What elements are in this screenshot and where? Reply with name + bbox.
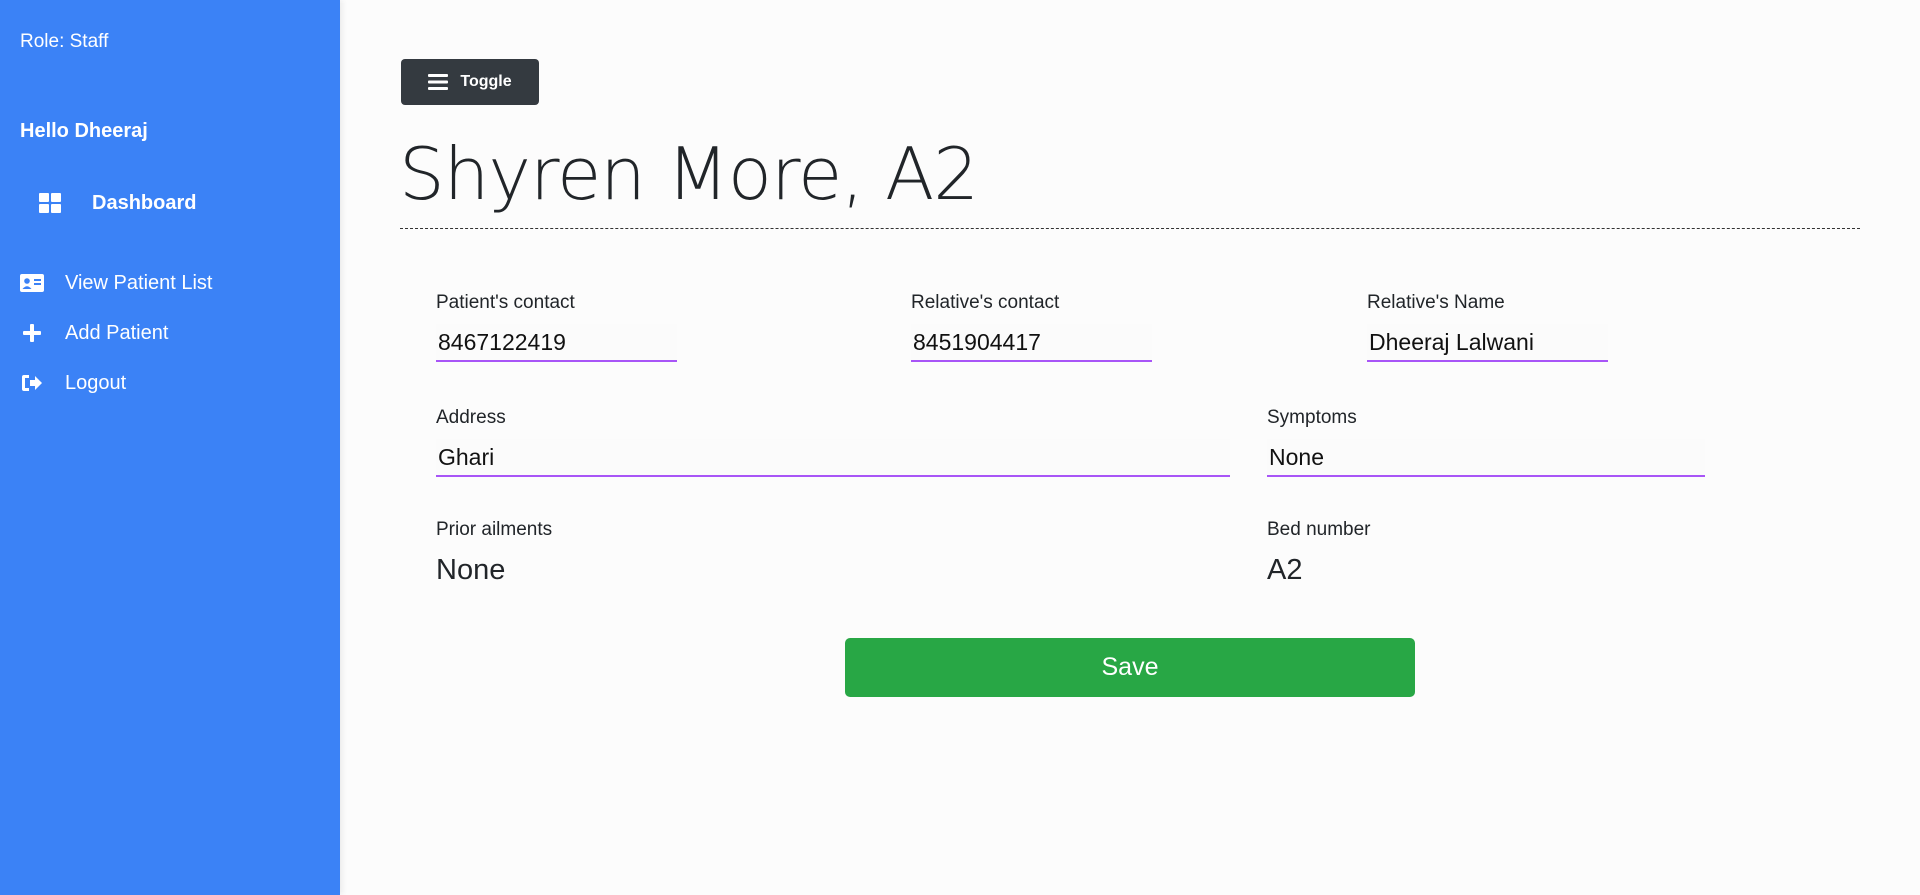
relative-name-label: Relative's Name [1367,292,1505,313]
address-label: Address [436,407,506,428]
page-title: Shyren More, A2 [399,132,979,216]
toggle-sidebar-button[interactable]: Toggle [401,59,539,105]
sidebar-item-label: Dashboard [92,191,197,214]
sidebar: Role: Staff Hello Dheeraj Dashboard View… [0,0,340,895]
sidebar-item-dashboard[interactable]: Dashboard [38,191,196,215]
sign-out-icon [20,371,44,395]
relative-contact-label: Relative's contact [911,292,1060,313]
relative-contact-input[interactable] [911,324,1152,362]
greeting-text: Hello Dheeraj [20,120,148,142]
patient-contact-input[interactable] [436,324,677,362]
address-input[interactable] [436,439,1230,477]
patient-contact-label: Patient's contact [436,292,575,313]
sidebar-item-logout[interactable]: Logout [20,371,126,395]
prior-ailments-value: None [436,554,506,586]
sidebar-item-view-patient-list[interactable]: View Patient List [20,271,213,295]
bed-number-value: A2 [1267,554,1303,586]
id-card-icon [20,271,44,295]
role-text: Role: Staff [20,31,109,52]
toggle-button-label: Toggle [460,73,512,90]
symptoms-label: Symptoms [1267,407,1357,428]
sidebar-item-label: Logout [65,371,127,394]
prior-ailments-label: Prior ailments [436,519,553,540]
title-divider [400,228,1860,229]
sidebar-item-label: Add Patient [65,321,169,344]
symptoms-input[interactable] [1267,439,1705,477]
dashboard-grid-icon [38,191,62,215]
plus-icon [20,321,44,345]
hamburger-menu-icon [428,74,449,90]
sidebar-item-label: View Patient List [65,271,213,294]
bed-number-label: Bed number [1267,519,1371,540]
sidebar-item-add-patient[interactable]: Add Patient [20,321,168,345]
relative-name-input[interactable] [1367,324,1608,362]
save-button[interactable]: Save [845,638,1415,697]
